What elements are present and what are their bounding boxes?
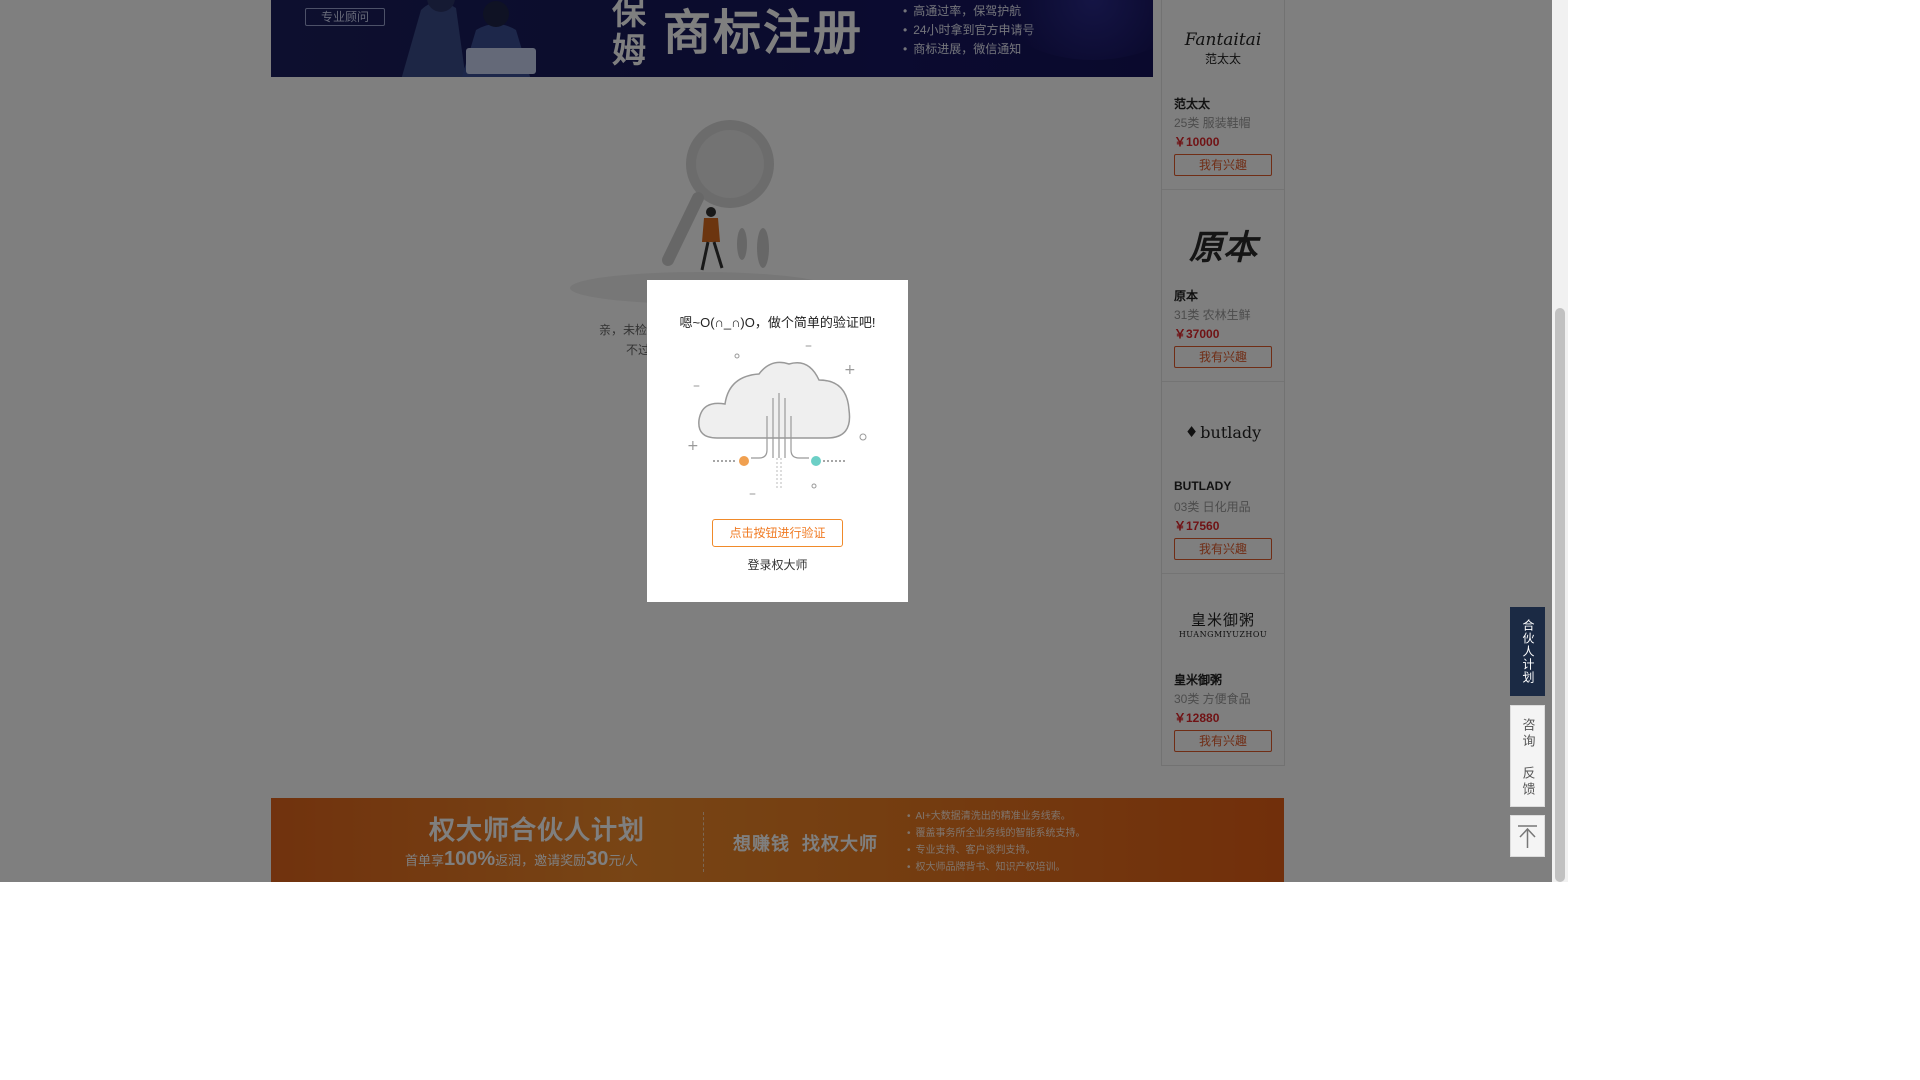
cloud-illustration: + + – – – xyxy=(687,338,867,498)
consult-button[interactable]: 咨询 xyxy=(1511,706,1544,758)
svg-text:–: – xyxy=(749,486,756,498)
dialog-title: 嗯~O(∩_∩)O，做个简单的验证吧! xyxy=(679,315,876,330)
partner-plan-button[interactable]: 合伙人计划 xyxy=(1510,607,1545,696)
back-to-top-button[interactable] xyxy=(1510,815,1545,857)
partner-plan-label: 合伙人计划 xyxy=(1521,619,1535,684)
consult-label: 咨询 xyxy=(1520,718,1536,750)
arrow-up-icon xyxy=(1518,825,1537,848)
consult-feedback-panel: 咨询 反馈 xyxy=(1510,705,1545,807)
verification-dialog: 嗯~O(∩_∩)O，做个简单的验证吧! + + – – – 点击按钮进行验证 登… xyxy=(647,280,908,602)
feedback-label: 反馈 xyxy=(1520,766,1536,798)
svg-text:–: – xyxy=(805,338,812,354)
svg-text:+: + xyxy=(687,438,699,454)
svg-text:+: + xyxy=(844,362,856,378)
feedback-button[interactable]: 反馈 xyxy=(1511,758,1544,806)
svg-text:–: – xyxy=(693,378,700,394)
login-link[interactable]: 登录权大师 xyxy=(647,556,908,573)
verify-button[interactable]: 点击按钮进行验证 xyxy=(712,519,843,547)
scrollbar-thumb[interactable] xyxy=(1555,308,1565,882)
